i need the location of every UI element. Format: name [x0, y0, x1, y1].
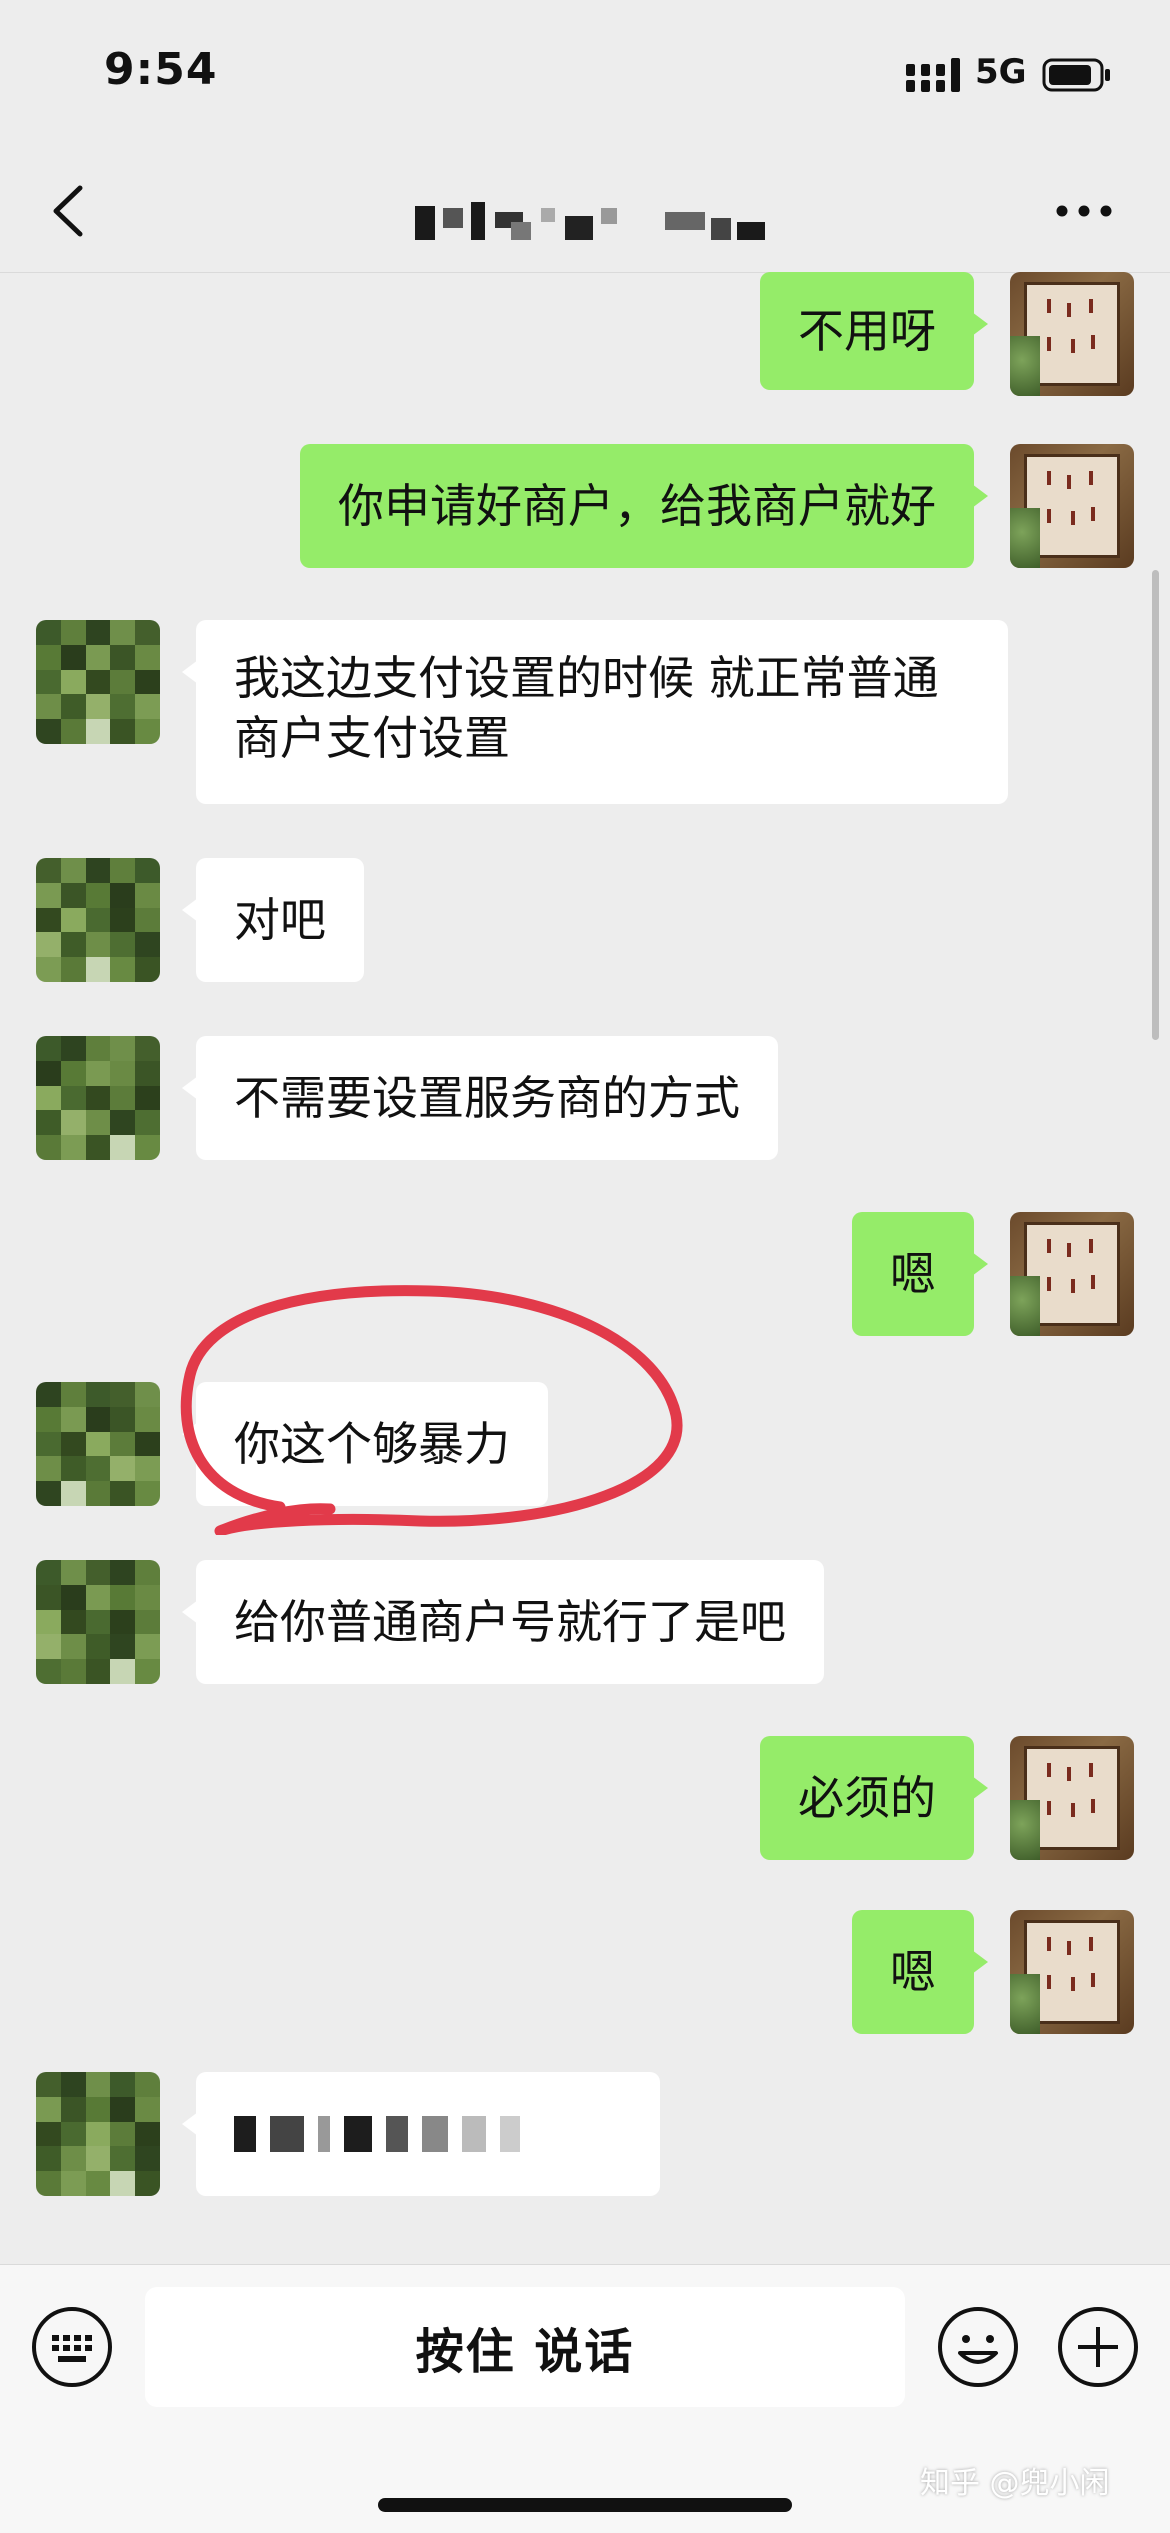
message-text: 你这个够暴力 [234, 1417, 510, 1471]
my-avatar[interactable] [1010, 272, 1134, 396]
more-dots-icon[interactable] [1052, 186, 1116, 236]
battery-icon [1042, 58, 1110, 92]
message-text: 你申请好商户，给我商户就好 [338, 479, 936, 533]
message-text: 给你普通商户号就行了是吧 [234, 1595, 786, 1649]
contact-avatar[interactable] [36, 858, 160, 982]
message-bubble[interactable]: 我这边支付设置的时候 就正常普通商户支付设置 [182, 620, 1008, 804]
contact-avatar[interactable] [36, 1560, 160, 1684]
message-text: 嗯 [890, 1247, 936, 1301]
message-text: 嗯 [890, 1945, 936, 1999]
message-bubble[interactable]: 对吧 [182, 858, 364, 982]
network-type: 5G [975, 52, 1027, 92]
chat-messages[interactable]: 不用呀 你申请好商户，给我商户就好 我这边支付设置的时候 就正常普通商户支付设置… [0, 272, 1170, 2264]
my-avatar[interactable] [1010, 1910, 1134, 2034]
keyboard-icon[interactable] [30, 2305, 114, 2389]
redacted-text [234, 2116, 520, 2152]
message-text: 不用呀 [798, 304, 936, 358]
message-bubble[interactable]: 嗯 [852, 1910, 988, 2034]
message-text: 不需要设置服务商的方式 [234, 1071, 740, 1125]
watermark: 知乎 @兜小闲 [920, 2466, 1110, 2501]
plus-icon[interactable] [1056, 2305, 1140, 2389]
contact-name-redacted [415, 202, 765, 240]
message-bubble[interactable]: 不需要设置服务商的方式 [182, 1036, 778, 1160]
signal-icon [906, 58, 960, 92]
home-indicator[interactable] [378, 2498, 792, 2512]
message-bubble[interactable]: 你申请好商户，给我商户就好 [300, 444, 988, 568]
my-avatar[interactable] [1010, 444, 1134, 568]
message-bubble[interactable]: 必须的 [760, 1736, 988, 1860]
emoji-icon[interactable] [936, 2305, 1020, 2389]
contact-avatar[interactable] [36, 1036, 160, 1160]
message-bubble-redacted[interactable] [182, 2072, 660, 2196]
hold-to-talk-button[interactable]: 按住 说话 [145, 2287, 905, 2407]
contact-avatar[interactable] [36, 2072, 160, 2196]
message-bubble[interactable]: 嗯 [852, 1212, 988, 1336]
message-bubble[interactable]: 你这个够暴力 [182, 1382, 548, 1506]
message-bubble[interactable]: 给你普通商户号就行了是吧 [182, 1560, 824, 1684]
contact-avatar[interactable] [36, 1382, 160, 1506]
chevron-left-icon[interactable] [40, 176, 100, 246]
message-text: 对吧 [234, 893, 326, 947]
message-text: 我这边支付设置的时候 就正常普通商户支付设置 [234, 651, 939, 765]
status-time: 9:54 [104, 44, 218, 95]
my-avatar[interactable] [1010, 1736, 1134, 1860]
status-bar: 9:54 5G [0, 0, 1170, 150]
my-avatar[interactable] [1010, 1212, 1134, 1336]
message-text: 必须的 [798, 1771, 936, 1825]
chat-scrollbar[interactable] [1152, 570, 1159, 1040]
contact-avatar[interactable] [36, 620, 160, 744]
nav-bar [0, 150, 1170, 273]
message-bubble[interactable]: 不用呀 [760, 272, 988, 390]
